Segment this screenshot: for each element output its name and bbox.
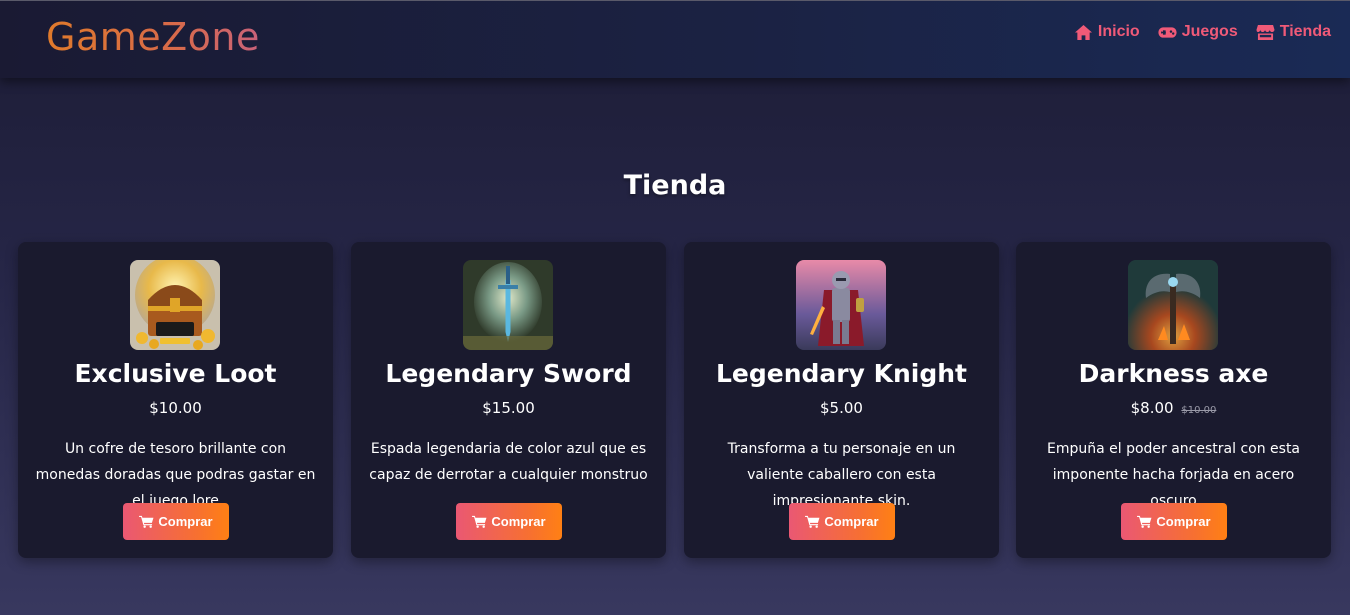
product-old-price: $10.00	[1181, 405, 1217, 416]
site-logo[interactable]: GameZone	[46, 15, 260, 59]
product-card: Darkness axe $8.00 $10.00 Empuña el pode…	[1016, 242, 1331, 558]
buy-button-label: Comprar	[1156, 514, 1211, 529]
product-description: Espada legendaria de color azul que es c…	[369, 441, 648, 483]
top-navbar: GameZone Inicio Juegos Tienda	[0, 0, 1350, 78]
nav-label-inicio: Inicio	[1097, 23, 1140, 40]
product-price: $5.00	[820, 399, 863, 417]
treasure-chest-image	[130, 260, 220, 350]
nav-label-juegos: Juegos	[1181, 23, 1238, 40]
main-nav: Inicio Juegos Tienda	[1074, 23, 1331, 41]
buy-button[interactable]: Comprar	[789, 503, 895, 540]
nav-label-tienda: Tienda	[1279, 23, 1331, 40]
product-title: Darkness axe	[1078, 359, 1269, 388]
product-card: Legendary Sword $15.00 Espada legendaria…	[351, 242, 666, 558]
buy-button[interactable]: Comprar	[123, 503, 229, 540]
shopping-cart-icon	[805, 515, 820, 528]
product-price-line: $10.00	[18, 399, 333, 417]
product-title: Legendary Knight	[715, 359, 967, 388]
shopping-cart-icon	[1137, 515, 1152, 528]
product-title: Exclusive Loot	[74, 359, 277, 388]
shopping-cart-icon	[139, 515, 154, 528]
sword-image	[463, 260, 553, 350]
buy-button-label: Comprar	[158, 514, 213, 529]
nav-link-tienda[interactable]: Tienda	[1256, 23, 1331, 41]
knight-image	[796, 260, 886, 350]
product-price: $10.00	[149, 399, 202, 417]
page-title: Tienda	[623, 170, 727, 201]
product-price-line: $5.00	[684, 399, 999, 417]
product-price-line: $15.00	[351, 399, 666, 417]
buy-button[interactable]: Comprar	[456, 503, 562, 540]
nav-link-inicio[interactable]: Inicio	[1074, 23, 1140, 41]
product-card: Legendary Knight $5.00 Transforma a tu p…	[684, 242, 999, 558]
product-price: $15.00	[482, 399, 535, 417]
axe-image	[1128, 260, 1218, 350]
store-icon	[1256, 24, 1275, 40]
buy-button-label: Comprar	[824, 514, 879, 529]
buy-button[interactable]: Comprar	[1121, 503, 1227, 540]
nav-link-juegos[interactable]: Juegos	[1158, 23, 1238, 41]
gamepad-icon	[1158, 26, 1177, 38]
product-price: $8.00	[1130, 399, 1174, 417]
shopping-cart-icon	[472, 515, 487, 528]
product-price-line: $8.00 $10.00	[1016, 399, 1331, 417]
product-card: Exclusive Loot $10.00 Un cofre de tesoro…	[18, 242, 333, 558]
buy-button-label: Comprar	[491, 514, 546, 529]
home-icon	[1074, 24, 1092, 40]
product-title: Legendary Sword	[385, 359, 632, 388]
